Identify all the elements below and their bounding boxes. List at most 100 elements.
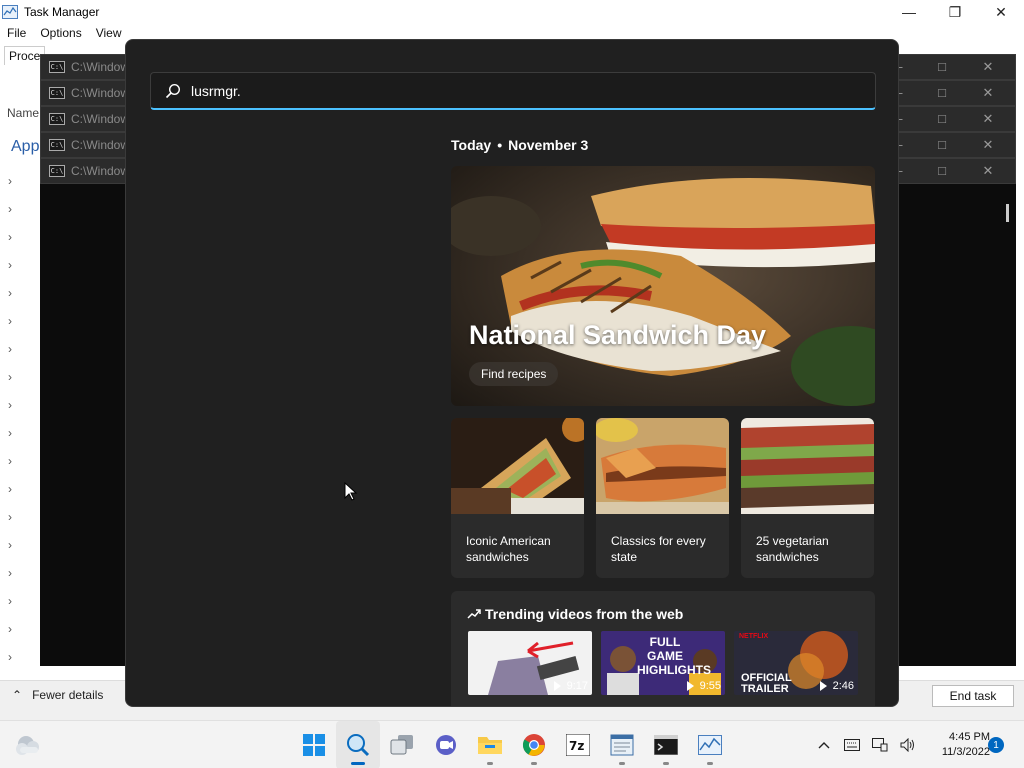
close-button[interactable]: ✕ <box>965 137 1011 153</box>
running-indicator <box>487 762 493 765</box>
chevron-right-icon[interactable]: › <box>8 398 12 412</box>
chevron-right-icon[interactable]: › <box>8 482 12 496</box>
network-button[interactable] <box>866 738 894 752</box>
table-row[interactable]: › <box>8 280 38 308</box>
story-card[interactable]: Iconic American sandwiches <box>451 418 584 578</box>
column-header-name[interactable]: Name <box>7 106 39 120</box>
table-row[interactable]: › <box>8 532 38 560</box>
chevron-right-icon[interactable]: › <box>8 622 12 636</box>
video-overlay-text: FULL GAME HIGHLIGHTS <box>637 635 711 677</box>
chrome-icon <box>522 734 545 756</box>
menu-options[interactable]: Options <box>33 26 88 40</box>
chevron-right-icon[interactable]: › <box>8 174 12 188</box>
play-icon <box>686 681 694 691</box>
story-card-label: 25 vegetarian sandwiches <box>756 534 829 564</box>
chevron-right-icon[interactable]: › <box>8 230 12 244</box>
weather-cloud-icon <box>16 736 39 755</box>
table-row[interactable]: › <box>8 476 38 504</box>
running-indicator <box>619 762 625 765</box>
video-thumbnail[interactable]: NETFLIX OFFICIAL TRAILER 2:46 <box>734 631 858 695</box>
table-row[interactable]: › <box>8 392 38 420</box>
task-manager-button[interactable] <box>688 721 732 768</box>
running-indicator <box>707 762 713 765</box>
fewer-details-toggle[interactable]: ⌃ Fewer details <box>12 688 103 702</box>
close-button[interactable]: ✕ <box>978 0 1024 24</box>
menu-view[interactable]: View <box>89 26 129 40</box>
video-duration: 9:17 <box>553 680 588 692</box>
start-button[interactable] <box>292 721 336 768</box>
clock-date: 11/3/2022 <box>941 746 990 758</box>
notification-badge[interactable]: 1 <box>988 737 1004 753</box>
task-view-button[interactable] <box>380 721 424 768</box>
search-taskbar-button[interactable] <box>336 721 380 768</box>
clock[interactable]: 4:45 PM 11/3/2022 <box>920 730 990 760</box>
table-row[interactable]: › <box>8 308 38 336</box>
volume-button[interactable] <box>894 738 922 752</box>
maximize-button[interactable]: ❐ <box>932 0 978 24</box>
story-card[interactable]: Classics for every state <box>596 418 729 578</box>
chevron-right-icon[interactable]: › <box>8 342 12 356</box>
keyboard-button[interactable] <box>838 739 866 751</box>
network-icon <box>872 738 888 752</box>
video-thumbnail[interactable]: 9:17 <box>468 631 592 695</box>
maximize-button[interactable]: □ <box>919 59 965 75</box>
maximize-button[interactable]: □ <box>919 85 965 101</box>
7zip-button[interactable]: 7z <box>556 721 600 768</box>
terminal-button[interactable] <box>644 721 688 768</box>
chevron-right-icon[interactable]: › <box>8 454 12 468</box>
table-row[interactable]: › <box>8 252 38 280</box>
video-thumbnail[interactable]: FULL GAME HIGHLIGHTS 9:55 <box>601 631 725 695</box>
chevron-right-icon[interactable]: › <box>8 286 12 300</box>
chevron-right-icon[interactable]: › <box>8 370 12 384</box>
close-button[interactable]: ✕ <box>965 85 1011 101</box>
table-row[interactable]: › <box>8 616 38 644</box>
table-row[interactable]: › <box>8 560 38 588</box>
weather-widget[interactable] <box>14 733 42 760</box>
console-window-title: C:\Window <box>71 112 130 126</box>
chevron-right-icon[interactable]: › <box>8 538 12 552</box>
table-row[interactable]: › <box>8 168 38 196</box>
table-row[interactable]: › <box>8 224 38 252</box>
close-button[interactable]: ✕ <box>965 163 1011 179</box>
maximize-button[interactable]: □ <box>919 163 965 179</box>
hero-card[interactable]: National Sandwich Day Find recipes <box>451 166 875 406</box>
chevron-right-icon[interactable]: › <box>8 202 12 216</box>
teams-chat-button[interactable] <box>424 721 468 768</box>
console-scrollbar[interactable] <box>1006 204 1009 222</box>
table-row[interactable]: › <box>8 504 38 532</box>
table-row[interactable]: › <box>8 420 38 448</box>
trending-header[interactable]: Trending videos from the web <box>467 606 683 622</box>
maximize-button[interactable]: □ <box>919 137 965 153</box>
show-hidden-icons-button[interactable] <box>810 741 838 749</box>
chevron-right-icon[interactable]: › <box>8 594 12 608</box>
table-row[interactable]: › <box>8 588 38 616</box>
console-icon: C:\ <box>49 61 65 73</box>
table-row[interactable]: › <box>8 448 38 476</box>
maximize-button[interactable]: □ <box>919 111 965 127</box>
minimize-button[interactable]: — <box>886 0 932 24</box>
menu-file[interactable]: File <box>0 26 33 40</box>
close-button[interactable]: ✕ <box>965 59 1011 75</box>
notepad-button[interactable] <box>600 721 644 768</box>
story-card[interactable]: 25 vegetarian sandwiches <box>741 418 874 578</box>
table-row[interactable]: › <box>8 644 38 672</box>
chevron-right-icon[interactable]: › <box>8 566 12 580</box>
file-explorer-button[interactable] <box>468 721 512 768</box>
terminal-icon <box>654 735 678 755</box>
search-input[interactable] <box>191 82 831 99</box>
chevron-right-icon[interactable]: › <box>8 510 12 524</box>
close-button[interactable]: ✕ <box>965 111 1011 127</box>
chevron-right-icon[interactable]: › <box>8 258 12 272</box>
task-manager-titlebar[interactable]: Task Manager — ❐ ✕ <box>0 0 1024 24</box>
chevron-right-icon[interactable]: › <box>8 426 12 440</box>
chevron-right-icon[interactable]: › <box>8 650 12 664</box>
table-row[interactable]: › <box>8 196 38 224</box>
chevron-right-icon[interactable]: › <box>8 314 12 328</box>
search-box[interactable] <box>150 72 876 110</box>
table-row[interactable]: › <box>8 364 38 392</box>
find-recipes-button[interactable]: Find recipes <box>469 362 559 386</box>
end-task-button[interactable]: End task <box>932 685 1014 707</box>
chrome-button[interactable] <box>512 721 556 768</box>
table-row[interactable]: › <box>8 336 38 364</box>
console-icon: C:\ <box>49 139 65 151</box>
